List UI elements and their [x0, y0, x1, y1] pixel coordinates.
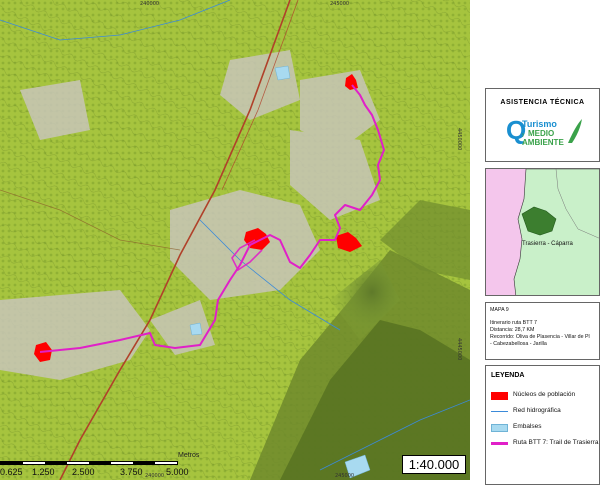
scale-label: 0.625: [0, 467, 23, 477]
coord-right-top: 4450000: [456, 128, 462, 151]
legend-label: Ruta BTT 7: Trail de Trasierra: [513, 439, 599, 446]
legend-item-population: Núcleos de población: [491, 390, 599, 402]
locator-map-box: Trasierra - Cáparra: [485, 168, 600, 296]
topographic-map[interactable]: [0, 0, 470, 480]
coord-bottom-right: 245000: [335, 473, 355, 479]
logo-box: ASISTENCIA TÉCNICA Q Turismo y MEDIO AMB…: [485, 88, 600, 162]
scale-bar: Metros 0.625 1.250 2.500 3.750 5.000: [0, 452, 200, 480]
reservoir-swatch: [491, 424, 508, 432]
legend-label: Núcleos de población: [513, 391, 576, 398]
legend-item-rivers: Red hidrográfica: [491, 406, 599, 418]
scale-label: 1.250: [32, 467, 55, 477]
itinerary-text: Itinerario ruta BTT 7: [490, 320, 538, 326]
logo-text-2: MEDIO: [528, 129, 554, 138]
logo-text-3: AMBIENTE: [522, 138, 564, 147]
scale-bar-graphic: [0, 461, 178, 465]
scale-label: 2.500: [72, 467, 95, 477]
coord-top-right: 245000: [330, 1, 350, 7]
locator-region-label: Trasierra - Cáparra: [522, 241, 573, 247]
population-swatch: [491, 392, 508, 400]
route-text-2: - Cabezabellosa - Jarilla: [490, 341, 547, 347]
distance-text: Distancia: 28,7 KM: [490, 327, 535, 333]
technical-assistance-header: ASISTENCIA TÉCNICA: [500, 99, 585, 106]
legend-item-reservoirs: Embalses: [491, 422, 599, 434]
turismo-medio-ambiente-logo: Q Turismo y MEDIO AMBIENTE: [506, 115, 582, 147]
map-panel[interactable]: 240000 245000 240000 245000 4450000 4445…: [0, 0, 470, 480]
scale-label: 3.750: [120, 467, 143, 477]
logo-text-1: Turismo: [522, 119, 557, 129]
legend-label: Red hidrográfica: [513, 407, 561, 414]
river-swatch: [491, 411, 508, 412]
legend-title: LEYENDA: [491, 372, 525, 379]
coord-top-left: 240000: [140, 1, 160, 7]
map-info-box: MAPA 9 Itinerario ruta BTT 7 Distancia: …: [485, 302, 600, 360]
leaf-icon: [568, 119, 582, 143]
scale-ratio: 1:40.000: [402, 455, 466, 474]
route-text: Recorrido: Oliva de Plasencia - Villar d…: [490, 334, 590, 340]
locator-map: [486, 169, 599, 295]
sidebar-panel: ASISTENCIA TÉCNICA Q Turismo y MEDIO AMB…: [470, 0, 600, 500]
map-number: MAPA 9: [490, 307, 509, 313]
legend-item-route: Ruta BTT 7: Trail de Trasierra: [491, 438, 599, 450]
scale-label: 5.000: [166, 467, 189, 477]
coord-right-bottom: 4445000: [456, 338, 462, 361]
legend-box: LEYENDA Núcleos de población Red hidrogr…: [485, 365, 600, 485]
route-swatch: [491, 442, 508, 445]
scale-unit: Metros: [178, 452, 200, 459]
legend-label: Embalses: [513, 423, 542, 430]
